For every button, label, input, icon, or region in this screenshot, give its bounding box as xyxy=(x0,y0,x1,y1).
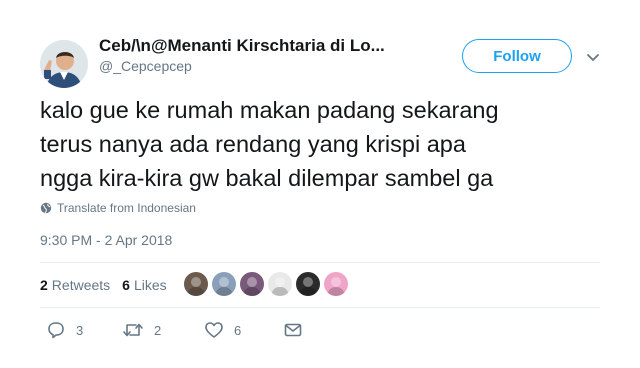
tweet-text: kalo gue ke rumah makan padang sekarang … xyxy=(40,93,620,195)
liker-avatar-3[interactable] xyxy=(239,271,265,297)
liker-avatar-4[interactable] xyxy=(267,271,293,297)
likes-count: 6 xyxy=(122,277,130,293)
tweet-timestamp[interactable]: 9:30 PM - 2 Apr 2018 xyxy=(40,232,172,248)
globe-icon xyxy=(40,202,52,214)
tweet-text-line: ngga kira-kira gw bakal dilempar sambel … xyxy=(40,165,494,191)
likers-avatars xyxy=(183,271,351,297)
tweet-text-line: terus nanya ada rendang yang krispi apa xyxy=(40,131,466,157)
chevron-down-icon[interactable] xyxy=(584,48,602,66)
liker-avatar-5[interactable] xyxy=(295,271,321,297)
likes-label: Likes xyxy=(133,277,167,293)
retweets-count: 2 xyxy=(40,277,48,293)
retweets-label: Retweets xyxy=(51,277,111,293)
user-handle[interactable]: @_Cepcepcep xyxy=(99,58,192,74)
tweet-stats: 2 Retweets 6 Likes xyxy=(40,274,179,296)
tweet-card: Ceb/\n@Menanti Kirschtaria di Lo... @_Ce… xyxy=(0,0,640,368)
retweet-button[interactable]: 2 xyxy=(122,320,161,340)
tweet-text-line: kalo gue ke rumah makan padang sekarang xyxy=(40,97,499,123)
avatar[interactable] xyxy=(40,40,88,88)
retweets-stat[interactable]: 2 Retweets xyxy=(40,277,110,293)
heart-icon xyxy=(205,322,223,338)
divider xyxy=(40,307,600,308)
retweet-icon xyxy=(123,323,143,337)
liker-avatar-6[interactable] xyxy=(323,271,349,297)
retweet-count: 2 xyxy=(154,322,162,338)
follow-button[interactable]: Follow xyxy=(462,39,572,73)
reply-count: 3 xyxy=(76,322,84,338)
user-avatar-icon xyxy=(40,40,88,88)
reply-icon xyxy=(48,322,64,339)
like-button[interactable]: 6 xyxy=(204,320,241,340)
liker-avatar-2[interactable] xyxy=(211,271,237,297)
like-count: 6 xyxy=(234,322,242,338)
display-name[interactable]: Ceb/\n@Menanti Kirschtaria di Lo... xyxy=(99,36,385,56)
translate-label[interactable]: Translate from Indonesian xyxy=(57,201,196,215)
translate-link[interactable]: Translate from Indonesian xyxy=(40,201,196,215)
direct-message-button[interactable] xyxy=(283,320,313,340)
likes-stat[interactable]: 6 Likes xyxy=(122,277,166,293)
envelope-icon xyxy=(284,323,302,337)
liker-avatar-1[interactable] xyxy=(183,271,209,297)
reply-button[interactable]: 3 xyxy=(46,320,83,340)
divider xyxy=(40,262,600,263)
